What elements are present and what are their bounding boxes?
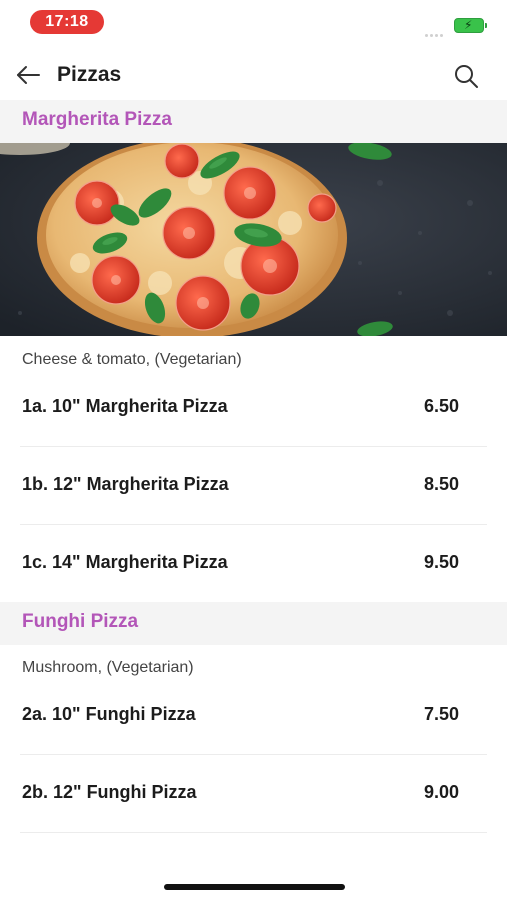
search-icon (455, 65, 478, 88)
nav-header: Pizzas (0, 50, 507, 100)
screen: 17:18 ⚡ Pizzas Margherita Pizza Cheese &… (0, 0, 507, 900)
section-header-margherita: Margherita Pizza (0, 100, 507, 143)
signal-icon (425, 24, 447, 37)
back-button[interactable] (14, 62, 42, 88)
menu-item-name: 1a. 10" Margherita Pizza (22, 396, 228, 416)
pizza-photo (0, 143, 507, 336)
divider (20, 446, 487, 447)
section-header-funghi: Funghi Pizza (0, 602, 507, 645)
section-description: Cheese & tomato, (Vegetarian) (22, 351, 242, 368)
home-indicator[interactable] (164, 884, 345, 890)
menu-item-price: 9.00 (423, 782, 459, 802)
page-title: Pizzas (57, 63, 122, 86)
menu-item[interactable]: 1b. 12" Margherita Pizza 8.50 (0, 448, 507, 524)
menu-item-price: 8.50 (423, 474, 459, 494)
menu-item[interactable]: 1a. 10" Margherita Pizza 6.50 (0, 370, 507, 446)
divider (20, 754, 487, 755)
menu-item-price: 6.50 (423, 396, 459, 416)
menu-item[interactable]: 2a. 10" Funghi Pizza 7.50 (0, 678, 507, 754)
battery-charging-icon: ⚡ (454, 18, 487, 33)
status-bar: 17:18 ⚡ (0, 0, 507, 46)
menu-item-name: 2b. 12" Funghi Pizza (22, 782, 197, 802)
section-title: Funghi Pizza (22, 611, 139, 632)
menu-item[interactable]: 1c. 14" Margherita Pizza 9.50 (0, 526, 507, 602)
divider (20, 524, 487, 525)
search-button[interactable] (452, 62, 480, 90)
section-description: Mushroom, (Vegetarian) (22, 659, 194, 676)
menu-item-price: 7.50 (423, 704, 459, 724)
menu-item-name: 2a. 10" Funghi Pizza (22, 704, 196, 724)
menu-item-price: 9.50 (423, 552, 459, 572)
menu-item[interactable]: 2b. 12" Funghi Pizza 9.00 (0, 756, 507, 832)
status-time: 17:18 (30, 10, 104, 34)
arrow-left-icon (17, 66, 40, 84)
section-title: Margherita Pizza (22, 109, 172, 130)
divider (20, 832, 487, 833)
menu-item-name: 1c. 14" Margherita Pizza (22, 552, 228, 572)
menu-item-name: 1b. 12" Margherita Pizza (22, 474, 229, 494)
